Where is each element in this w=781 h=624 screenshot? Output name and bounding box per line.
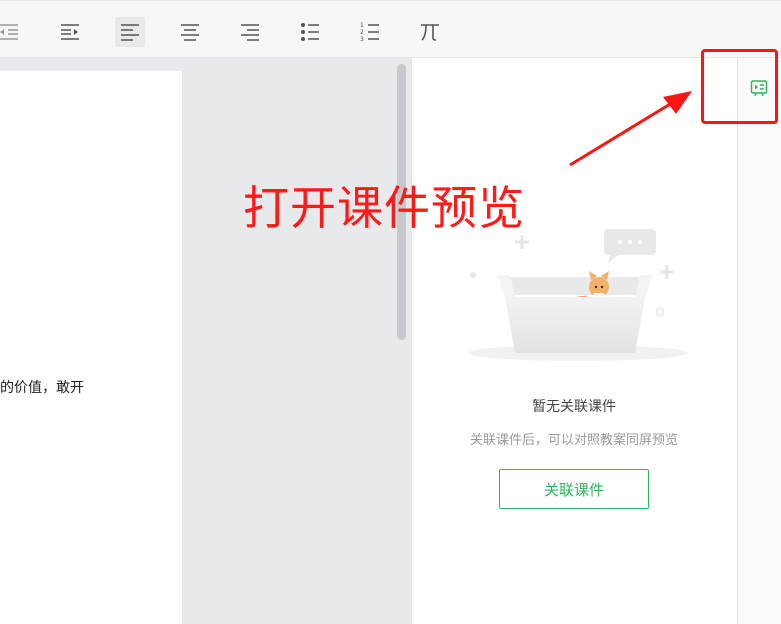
right-tool-strip [737, 58, 781, 624]
formula-button[interactable] [415, 17, 445, 47]
numbered-list-digit-3: 3 [360, 36, 364, 43]
document-text[interactable]: 的价值，敢开 [0, 377, 84, 397]
empty-box-illustration [468, 229, 688, 361]
document-page[interactable] [0, 71, 182, 624]
link-courseware-button[interactable]: 关联课件 [499, 469, 649, 509]
align-center-button[interactable] [175, 17, 205, 47]
indent-button[interactable] [55, 17, 85, 47]
align-right-button[interactable] [235, 17, 265, 47]
align-left-icon [121, 24, 139, 41]
format-toolbar: 1 2 3 [0, 0, 781, 58]
outdent-button[interactable] [0, 17, 24, 47]
annotation-highlight-box [701, 49, 778, 124]
indent-icon [61, 24, 79, 40]
app-window: 1 2 3 的价值，敢开 暂无关联课件 关联课件后，可以对照教案同屏预览 关联课… [0, 0, 781, 624]
numbered-list-digit-1: 1 [360, 22, 364, 29]
annotation-arrow-icon [569, 91, 692, 167]
numbered-list-icon: 1 2 3 [360, 22, 379, 43]
bullet-list-button[interactable] [295, 17, 325, 47]
outdent-icon [0, 24, 18, 40]
align-center-icon [181, 24, 199, 41]
numbered-list-button[interactable]: 1 2 3 [355, 17, 385, 47]
empty-state-description: 关联课件后，可以对照教案同屏预览 [469, 433, 678, 448]
empty-state-title: 暂无关联课件 [532, 399, 616, 415]
pi-formula-icon [421, 24, 439, 41]
bullet-list-icon [301, 23, 319, 41]
numbered-list-digit-2: 2 [360, 29, 364, 36]
annotation-label: 打开课件预览 [243, 181, 525, 235]
align-right-icon [241, 24, 259, 41]
align-left-button[interactable] [115, 17, 145, 47]
